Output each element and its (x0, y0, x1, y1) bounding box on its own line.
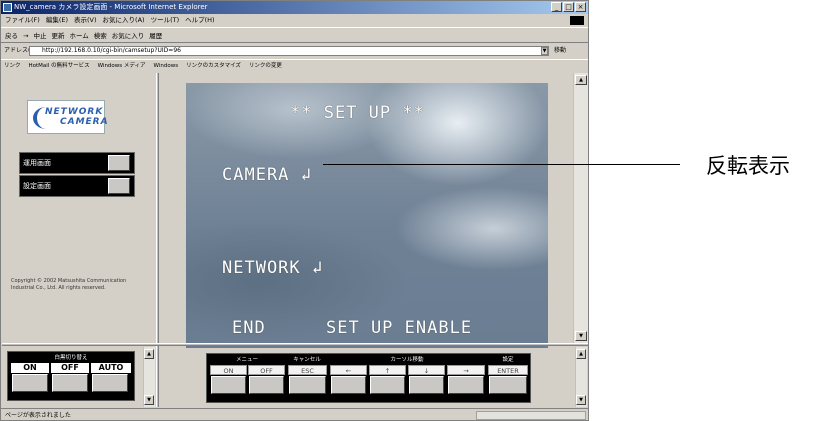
callout-line (323, 164, 680, 165)
callout-label: 反転表示 (706, 154, 790, 178)
down-arrow-label: ↓ (408, 365, 445, 375)
left-bottom-scrollbar[interactable]: ▲ ▼ (143, 347, 155, 407)
frame-divider-horizontal[interactable] (2, 343, 588, 346)
nav-operation: 運用画面 (19, 152, 135, 174)
cursor-down-button[interactable] (409, 376, 444, 394)
osd-setup-enable: SET UP ENABLE (326, 318, 473, 338)
bw-on-button[interactable] (12, 374, 48, 392)
menu-off-button[interactable] (249, 376, 284, 394)
menu-file[interactable]: ファイル(F) (5, 15, 40, 26)
enter-label: ENTER (488, 365, 528, 375)
maximize-button[interactable]: □ (563, 2, 574, 12)
status-zone-icons (476, 411, 586, 420)
right-arrow-label: → (447, 365, 485, 375)
title-bar: NW_camera カメラ設定画面 - Microsoft Internet E… (1, 1, 588, 14)
bw-on-label: ON (11, 363, 49, 373)
enter-button[interactable] (489, 376, 527, 394)
cursor-up-button[interactable] (370, 376, 405, 394)
nav-settings-button[interactable] (108, 178, 130, 194)
scroll-down-icon[interactable]: ▼ (144, 395, 154, 405)
osd-end: END (232, 318, 266, 338)
link-item[interactable]: Windows メディア (98, 60, 146, 71)
menu-tools[interactable]: ツール(T) (151, 15, 180, 26)
nav-settings: 設定画面 (19, 175, 135, 197)
bw-auto-label: AUTO (91, 363, 131, 373)
back-button[interactable]: 戻る (5, 28, 18, 42)
camera-control-panel: メニュー キャンセル カーソル移動 設定 ON OFF ESC ← ↑ ↓ → … (206, 353, 531, 403)
bw-switch-header: 白黒切り替え (10, 354, 132, 362)
link-item[interactable]: HotMail の無料サービス (29, 60, 90, 71)
link-item[interactable]: Windows (154, 60, 179, 71)
scroll-up-icon[interactable]: ▲ (576, 349, 586, 359)
browser-window: NW_camera カメラ設定画面 - Microsoft Internet E… (0, 0, 589, 421)
left-panel: NETWORK CAMERA 運用画面 設定画面 Copyright © 200… (5, 73, 153, 343)
toolbar: 戻る → 中止 更新 ホーム 検索 お気に入り 履歴 (1, 27, 588, 43)
up-arrow-label: ↑ (369, 365, 406, 375)
esc-label: ESC (288, 365, 327, 375)
go-button[interactable]: 移動 (554, 44, 566, 58)
cursor-left-button[interactable] (331, 376, 366, 394)
close-button[interactable]: × (575, 2, 586, 12)
camera-image: ** SET UP ** CAMERA ↲ NETWORK ↲ END SET … (186, 83, 548, 348)
nav-operation-label: 運用画面 (23, 159, 51, 167)
menu-view[interactable]: 表示(V) (74, 15, 97, 26)
links-label: リンク (4, 63, 21, 69)
menu-off-label: OFF (248, 365, 285, 375)
address-bar: アドレス(D) http://192.168.0.10/cgi-bin/cams… (1, 44, 588, 58)
search-button[interactable]: 検索 (94, 28, 107, 42)
menu-bar: ファイル(F) 編集(E) 表示(V) お気に入り(A) ツール(T) ヘルプ(… (1, 15, 588, 26)
logo-text-network: NETWORK (45, 107, 104, 117)
home-button[interactable]: ホーム (69, 28, 88, 42)
logo-text-camera: CAMERA (60, 117, 109, 127)
set-header: 設定 (487, 356, 529, 364)
vertical-scrollbar[interactable]: ▲ ▼ (573, 73, 588, 343)
address-input[interactable]: http://192.168.0.10/cgi-bin/camsetup?UID… (29, 46, 549, 56)
windows-logo-icon (570, 16, 584, 25)
menu-edit[interactable]: 編集(E) (46, 15, 68, 26)
cancel-header: キャンセル (287, 356, 327, 364)
left-arrow-label: ← (330, 365, 367, 375)
nav-operation-button[interactable] (108, 155, 130, 171)
link-item[interactable]: リンクの変更 (249, 60, 282, 71)
frame-divider[interactable] (156, 73, 159, 407)
scroll-down-icon[interactable]: ▼ (576, 395, 586, 405)
menu-header: メニュー (209, 356, 285, 364)
menu-favorites[interactable]: お気に入り(A) (103, 15, 145, 26)
osd-camera-item: CAMERA ↲ (222, 165, 312, 185)
bw-off-button[interactable] (52, 374, 88, 392)
history-button[interactable]: 履歴 (149, 28, 162, 42)
osd-title: ** SET UP ** (290, 103, 425, 123)
menu-on-label: ON (210, 365, 247, 375)
scroll-down-icon[interactable]: ▼ (575, 331, 587, 341)
right-bottom-scrollbar[interactable]: ▲ ▼ (575, 347, 587, 407)
scroll-up-icon[interactable]: ▲ (144, 349, 154, 359)
favorites-button[interactable]: お気に入り (112, 28, 145, 42)
bw-switch-panel: 白黒切り替え ON OFF AUTO (7, 351, 135, 401)
network-camera-logo: NETWORK CAMERA (27, 100, 108, 134)
status-text: ページが表示されました (5, 412, 71, 419)
status-bar: ページが表示されました (1, 408, 588, 420)
address-dropdown-icon[interactable]: ▼ (541, 47, 548, 55)
copyright-text: Copyright © 2002 Matsushita Communicatio… (11, 278, 127, 291)
osd-network-item: NETWORK ↲ (222, 258, 324, 278)
cursor-header: カーソル移動 (329, 356, 485, 364)
menu-on-button[interactable] (211, 376, 246, 394)
scroll-up-icon[interactable]: ▲ (575, 75, 587, 85)
bw-off-label: OFF (51, 363, 89, 373)
esc-button[interactable] (289, 376, 326, 394)
window-title: NW_camera カメラ設定画面 - Microsoft Internet E… (14, 3, 208, 11)
refresh-button[interactable]: 更新 (51, 28, 64, 42)
minimize-button[interactable]: _ (551, 2, 562, 12)
menu-help[interactable]: ヘルプ(H) (185, 15, 214, 26)
link-item[interactable]: リンクのカスタマイズ (186, 60, 241, 71)
stop-button[interactable]: 中止 (33, 28, 46, 42)
forward-button[interactable]: → (23, 28, 28, 42)
page-content: NETWORK CAMERA 運用画面 設定画面 Copyright © 200… (2, 73, 588, 407)
links-bar: リンク HotMail の無料サービス Windows メディア Windows… (1, 59, 588, 71)
nav-settings-label: 設定画面 (23, 182, 51, 190)
bw-auto-button[interactable] (92, 374, 128, 392)
cursor-right-button[interactable] (448, 376, 484, 394)
ie-icon (3, 3, 12, 12)
